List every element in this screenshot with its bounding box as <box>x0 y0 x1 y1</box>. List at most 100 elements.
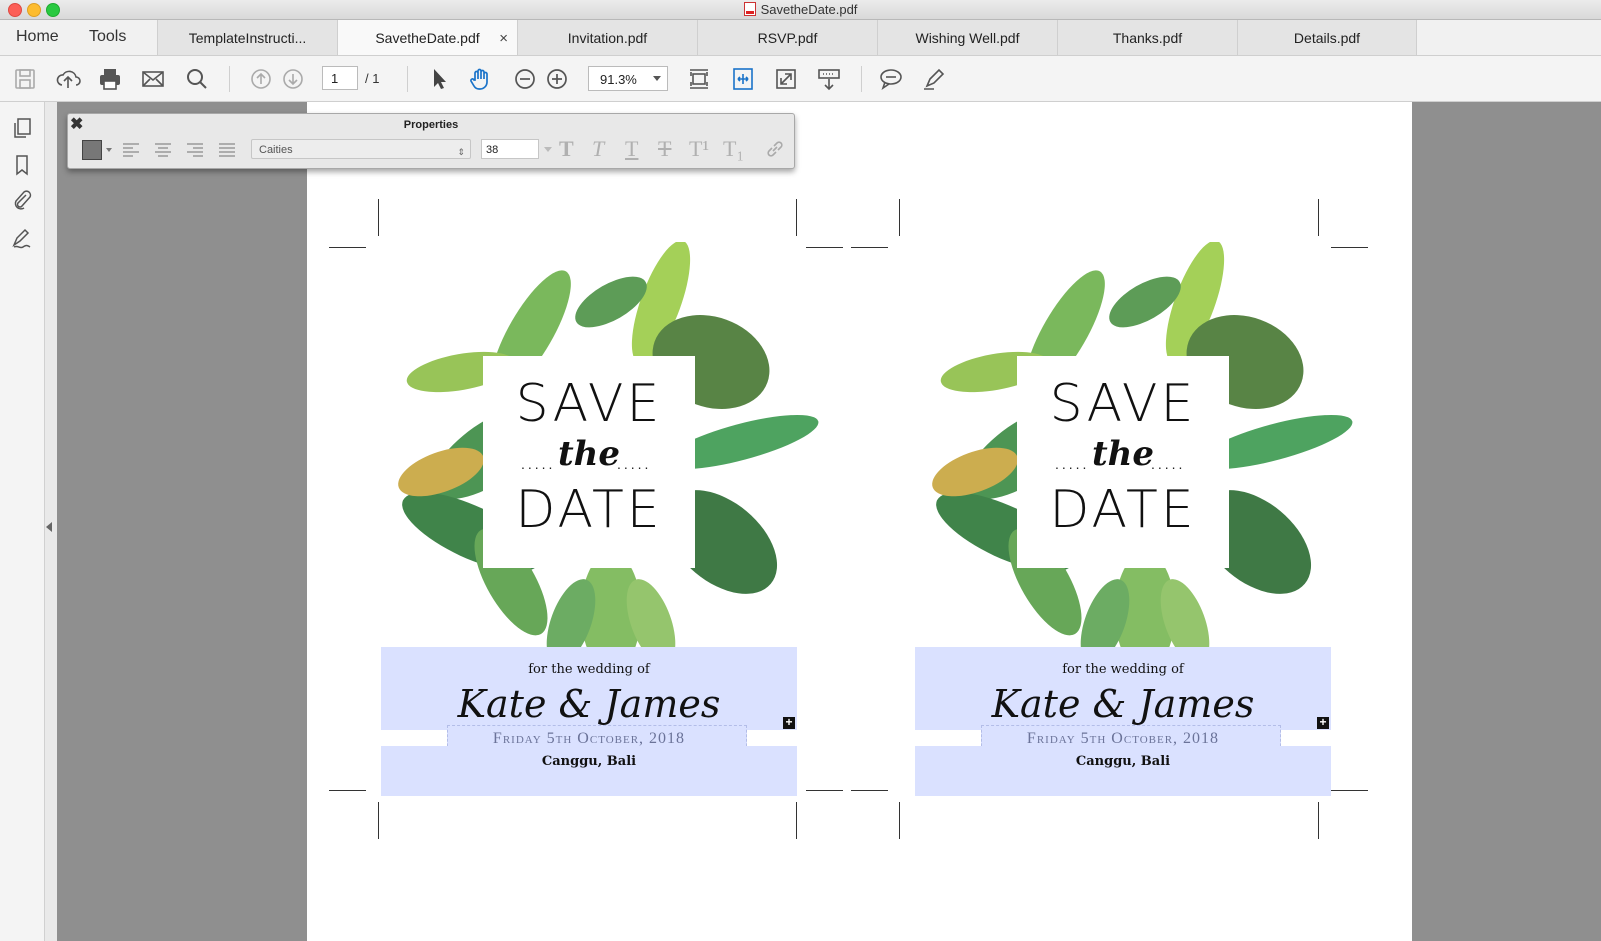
save-the-date-card-right: SAVE ..... the ..... DATE for the weddin… <box>915 242 1357 812</box>
decorative-dots: ..... <box>617 456 652 472</box>
link-icon[interactable] <box>765 139 785 159</box>
align-right-icon[interactable] <box>186 142 204 158</box>
tab-rsvp[interactable]: RSVP.pdf <box>697 20 877 55</box>
expand-field-icon[interactable]: + <box>783 716 795 729</box>
couple-names: Kate & James <box>991 682 1255 726</box>
print-icon[interactable] <box>96 65 124 93</box>
align-left-icon[interactable] <box>122 142 140 158</box>
scroll-mode-icon[interactable] <box>815 65 843 93</box>
updown-arrows-icon: ⇕ <box>457 147 465 157</box>
tab-close-icon[interactable]: × <box>499 20 508 57</box>
zoom-out-icon[interactable] <box>511 65 539 93</box>
save-the-date-card-left: SAVE ..... the ..... DATE for the weddin… <box>381 242 823 812</box>
fit-width-icon[interactable] <box>729 65 757 93</box>
crop-mark <box>329 247 366 248</box>
page-thumbnails-icon[interactable] <box>10 116 34 140</box>
font-family-select[interactable]: Caities ⇕ <box>251 139 471 159</box>
tab-label: Wishing Well.pdf <box>915 30 1020 46</box>
tab-bar: Home Tools TemplateInstructi... SavetheD… <box>0 20 1601 56</box>
underline-text-icon[interactable]: T <box>625 136 638 162</box>
save-the-date-panel: SAVE ..... the ..... DATE <box>483 356 695 568</box>
toolbar-divider <box>861 66 862 92</box>
select-arrow-icon[interactable] <box>425 65 453 93</box>
chevron-down-icon <box>653 76 661 81</box>
event-date: Friday 5th October, 2018 <box>1026 730 1220 747</box>
date-heading: DATE <box>515 480 663 540</box>
tab-label: TemplateInstructi... <box>188 30 307 46</box>
font-size-input[interactable]: 38 <box>481 139 539 159</box>
search-icon[interactable] <box>183 65 211 93</box>
the-script: the <box>1091 434 1155 474</box>
the-script: the <box>557 434 621 474</box>
bookmark-icon[interactable] <box>10 153 34 177</box>
crop-mark <box>378 199 379 236</box>
tab-label: SavetheDate.pdf <box>375 30 480 46</box>
align-center-icon[interactable] <box>154 142 172 158</box>
fit-page-icon[interactable] <box>685 65 713 93</box>
cloud-upload-icon[interactable] <box>54 65 82 93</box>
expand-field-icon[interactable]: + <box>1317 716 1329 729</box>
window-title: SavetheDate.pdf <box>0 2 1601 17</box>
tab-invitation[interactable]: Invitation.pdf <box>517 20 697 55</box>
collapse-panel-arrow-icon[interactable] <box>46 522 52 532</box>
crop-mark <box>378 802 379 839</box>
strikethrough-text-icon[interactable]: T <box>658 136 671 162</box>
tools-link[interactable]: Tools <box>89 28 126 46</box>
save-heading: SAVE <box>1049 374 1197 434</box>
tab-thanks[interactable]: Thanks.pdf <box>1057 20 1237 55</box>
tab-templateinstructions[interactable]: TemplateInstructi... <box>157 20 337 55</box>
tab-savethedate[interactable]: SavetheDate.pdf × <box>337 20 517 55</box>
window-title-text: SavetheDate.pdf <box>760 2 858 17</box>
highlight-pen-icon[interactable] <box>920 65 948 93</box>
for-the-wedding-text: for the wedding of <box>528 662 650 677</box>
chevron-down-icon[interactable] <box>106 148 112 152</box>
crop-mark <box>796 199 797 236</box>
save-icon[interactable] <box>11 65 39 93</box>
event-date: Friday 5th October, 2018 <box>492 730 686 747</box>
tab-label: Thanks.pdf <box>1112 30 1183 46</box>
home-link[interactable]: Home <box>16 28 59 46</box>
zoom-select[interactable]: 91.3% <box>588 66 668 91</box>
crop-mark <box>851 247 888 248</box>
full-screen-icon[interactable] <box>772 65 800 93</box>
crop-mark <box>899 199 900 236</box>
main-toolbar: 1 / 1 91.3% <box>0 56 1601 102</box>
page-up-icon[interactable] <box>247 65 275 93</box>
align-justify-icon[interactable] <box>218 142 236 158</box>
tab-details[interactable]: Details.pdf <box>1237 20 1417 55</box>
bold-text-icon[interactable]: T <box>559 136 574 162</box>
event-location: Canggu, Bali <box>1075 754 1171 769</box>
tab-wishing-well[interactable]: Wishing Well.pdf <box>877 20 1057 55</box>
hand-icon[interactable] <box>467 65 495 93</box>
properties-palette[interactable]: ✖ Properties Caities ⇕ 38 T T T T T¹ T₁ <box>67 113 795 169</box>
text-color-swatch[interactable] <box>82 140 102 160</box>
toolbar-divider <box>229 66 230 92</box>
zoom-in-icon[interactable] <box>543 65 571 93</box>
tab-label: Invitation.pdf <box>567 30 648 46</box>
crop-mark <box>851 790 888 791</box>
subscript-text-icon[interactable]: T₁ <box>723 136 744 162</box>
page-number-input[interactable]: 1 <box>322 66 358 90</box>
crop-mark <box>1318 199 1319 236</box>
signature-icon[interactable] <box>10 226 34 250</box>
pdf-page: SAVE ..... the ..... DATE for the weddin… <box>307 102 1412 941</box>
mail-icon[interactable] <box>139 65 167 93</box>
event-location: Canggu, Bali <box>541 754 637 769</box>
window-titlebar: SavetheDate.pdf <box>0 0 1601 20</box>
italic-text-icon[interactable]: T <box>592 136 604 162</box>
page-total-label: / 1 <box>365 71 380 86</box>
date-heading: DATE <box>1049 480 1197 540</box>
superscript-text-icon[interactable]: T¹ <box>689 136 709 162</box>
page-down-icon[interactable] <box>279 65 307 93</box>
left-navigation-rail <box>0 102 45 941</box>
font-family-value: Caities <box>259 144 293 156</box>
save-the-date-panel: SAVE ..... the ..... DATE <box>1017 356 1229 568</box>
toolbar-divider <box>407 66 408 92</box>
pdf-file-icon <box>743 2 756 16</box>
zoom-value: 91.3% <box>600 72 637 87</box>
crop-mark <box>899 802 900 839</box>
chevron-down-icon[interactable] <box>544 147 552 152</box>
attachment-icon[interactable] <box>10 188 34 212</box>
comment-icon[interactable] <box>877 65 905 93</box>
couple-names: Kate & James <box>457 682 721 726</box>
